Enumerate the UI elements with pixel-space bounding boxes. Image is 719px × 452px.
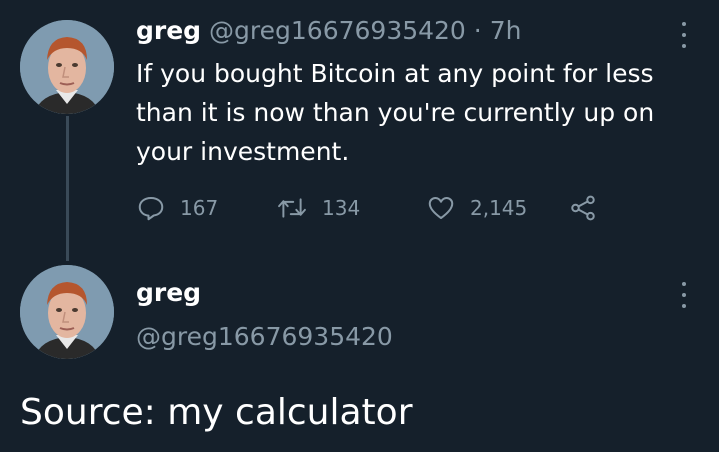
like-button[interactable]: 2,145 <box>426 190 527 226</box>
retweet-count: 134 <box>322 196 361 220</box>
tweet-text: If you bought Bitcoin at any point for l… <box>136 59 655 166</box>
profile-photo-icon <box>20 265 114 359</box>
tweet-header: greg @greg16676935420 · 7h <box>136 14 521 48</box>
retweet-icon <box>278 198 306 218</box>
author-handle[interactable]: @greg16676935420 <box>136 320 393 354</box>
like-count: 2,145 <box>470 196 528 220</box>
avatar[interactable] <box>20 265 114 359</box>
avatar[interactable] <box>20 20 114 114</box>
retweet-button[interactable]: 134 <box>276 190 360 226</box>
author-name[interactable]: greg <box>136 16 201 45</box>
reply-count: 167 <box>180 196 219 220</box>
share-icon <box>571 195 595 221</box>
tweet-timestamp[interactable]: 7h <box>490 16 522 45</box>
reply-icon <box>138 197 164 221</box>
author-name[interactable]: greg <box>136 276 201 310</box>
more-options-icon[interactable] <box>673 22 695 48</box>
author-handle[interactable]: @greg16676935420 <box>209 16 466 45</box>
heart-icon <box>428 197 454 219</box>
profile-photo-icon <box>20 20 114 114</box>
reply-button[interactable]: 167 <box>136 190 218 226</box>
more-options-icon[interactable] <box>673 282 695 308</box>
meta-separator: · <box>465 16 490 45</box>
thread-connector-line <box>66 116 69 261</box>
tweet-actions: 167 134 2,145 <box>136 190 616 226</box>
share-button[interactable] <box>568 190 598 226</box>
tweet-text: Source: my calculator <box>20 392 413 433</box>
